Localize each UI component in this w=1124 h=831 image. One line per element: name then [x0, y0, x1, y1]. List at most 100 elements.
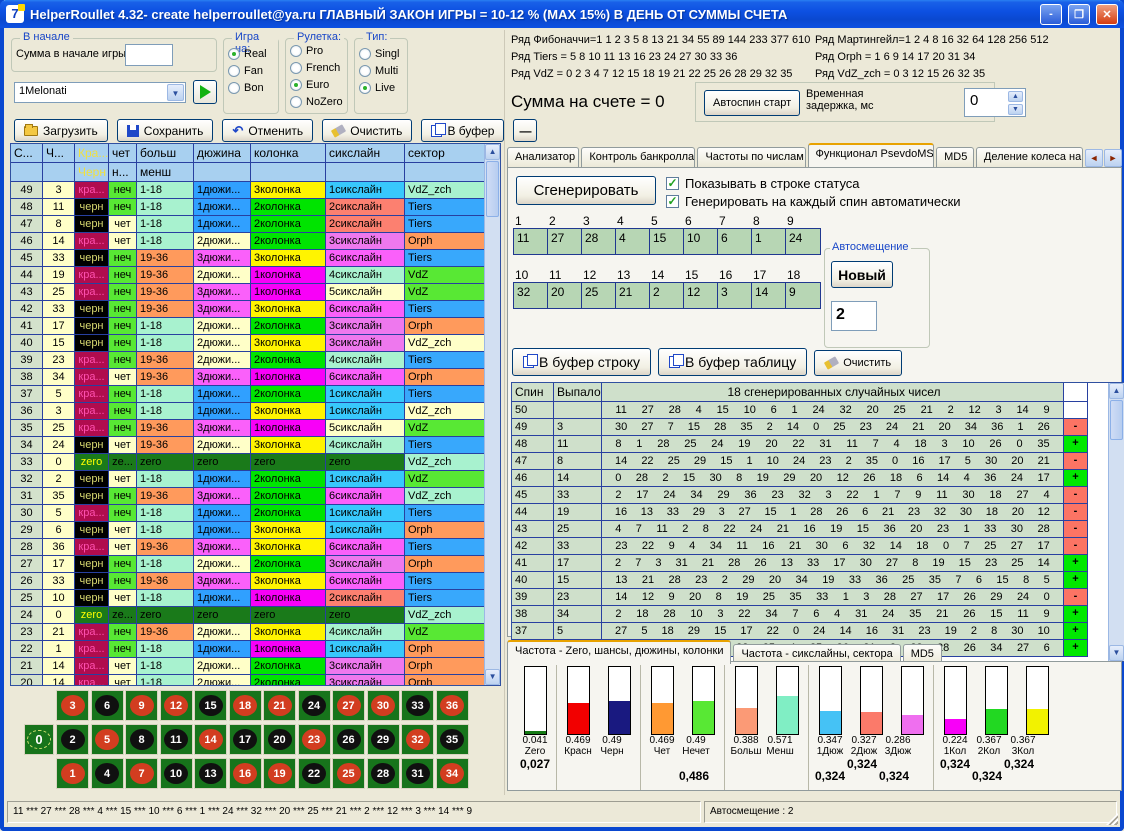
table-row[interactable]: 4533черннеч19-363дюжи...3колонка6сикслай… — [11, 250, 484, 267]
roulette-cell-24[interactable]: 24 — [298, 690, 331, 721]
roulette-cell-31[interactable]: 31 — [401, 758, 434, 789]
close-button[interactable]: ✕ — [1096, 4, 1118, 25]
scroll-down-icon[interactable]: ▼ — [1109, 645, 1124, 661]
roulette-cell-32[interactable]: 32 — [401, 724, 434, 755]
clear-generated-button[interactable]: Очистить — [814, 350, 902, 376]
roulette-cell-9[interactable]: 9 — [125, 690, 158, 721]
generated-table[interactable]: СпинВыпало18 сгенерированных случайных ч… — [511, 382, 1124, 662]
table-row[interactable]: 493кра...неч1-181дюжи...3колонка1сикслай… — [11, 182, 484, 199]
roulette-cell-29[interactable]: 29 — [367, 724, 400, 755]
tabs-scroll-right-icon[interactable]: ► — [1104, 149, 1122, 167]
table-row[interactable]: 2321кра...неч19-362дюжи...3колонка4сиксл… — [11, 624, 484, 641]
roulette-zero-cell[interactable]: 0 — [24, 724, 54, 755]
table-row[interactable]: 296чернчет1-181дюжи...3колонка1сикслайнO… — [11, 522, 484, 539]
table-row[interactable]: 49330277152835214025232421203436126- — [512, 419, 1108, 436]
radio-real[interactable]: Real — [228, 45, 267, 62]
roulette-cell-1[interactable]: 1 — [56, 758, 89, 789]
spins-history-table[interactable]: С...Ч...Кра...четбольшдюжинаколонкасиксл… — [10, 143, 501, 686]
table-row[interactable]: 43254711282224211619153620231333028- — [512, 521, 1108, 538]
roulette-cell-36[interactable]: 36 — [436, 690, 469, 721]
table-row[interactable]: 363кра...неч1-181дюжи...3колонка1сикслай… — [11, 403, 484, 420]
tab-3[interactable]: Частоты по числам — [697, 147, 805, 167]
minimize-button[interactable]: - — [1040, 4, 1062, 25]
buffer-row-button[interactable]: В буфер строку — [512, 348, 651, 376]
roulette-cell-7[interactable]: 7 — [125, 758, 158, 789]
table-row[interactable]: 3834218281032234764312435212615119+ — [512, 606, 1108, 623]
table-row[interactable]: 375кра...неч1-181дюжи...2колонка1сикслай… — [11, 386, 484, 403]
begin-sum-input[interactable] — [125, 44, 173, 66]
table-row[interactable]: 411727331212826133317302781915232514+ — [512, 555, 1108, 572]
scroll-thumb[interactable] — [486, 161, 499, 217]
roulette-cell-3[interactable]: 3 — [56, 690, 89, 721]
scroll-up-icon[interactable]: ▲ — [1109, 383, 1124, 399]
load-button[interactable]: Загрузить — [14, 119, 108, 142]
table-row[interactable]: 305кра...неч1-181дюжи...2колонка1сикслай… — [11, 505, 484, 522]
table-row[interactable]: 3135черннеч19-363дюжи...2колонка6сикслай… — [11, 488, 484, 505]
table-row[interactable]: 50112728415106124322025212123149 — [512, 402, 1108, 419]
tabs-scroll-left-icon[interactable]: ◄ — [1085, 149, 1103, 167]
table-row[interactable]: 4419161333293271512826621233230182012- — [512, 504, 1108, 521]
radio-bon[interactable]: Bon — [228, 79, 267, 96]
roulette-cell-10[interactable]: 10 — [160, 758, 193, 789]
table-row[interactable]: 240zeroze...zerozerozerozeroVdZ_zch — [11, 607, 484, 624]
radio-fan[interactable]: Fan — [228, 62, 267, 79]
table-row[interactable]: 2717черннеч1-182дюжи...2колонка3сикслайн… — [11, 556, 484, 573]
radio-multi[interactable]: Multi — [359, 62, 399, 79]
roulette-cell-35[interactable]: 35 — [436, 724, 469, 755]
table-row[interactable]: 4533217243429362332322179113018274- — [512, 487, 1108, 504]
radio-french[interactable]: French — [290, 59, 343, 76]
roulette-cell-19[interactable]: 19 — [263, 758, 296, 789]
radio-pro[interactable]: Pro — [290, 42, 343, 59]
tab-5[interactable]: MD5 — [936, 147, 974, 167]
roulette-board[interactable]: 0369121518212427303336258111417202326293… — [10, 688, 501, 794]
combo-dropdown-icon[interactable]: ▼ — [167, 84, 184, 101]
autoshift-value[interactable]: 2 — [831, 301, 877, 331]
roulette-cell-16[interactable]: 16 — [229, 758, 262, 789]
roulette-cell-14[interactable]: 14 — [194, 724, 227, 755]
roulette-cell-18[interactable]: 18 — [229, 690, 262, 721]
roulette-cell-17[interactable]: 17 — [229, 724, 262, 755]
roulette-cell-20[interactable]: 20 — [263, 724, 296, 755]
table-row[interactable]: 221кра...неч1-181дюжи...1колонка1сикслай… — [11, 641, 484, 658]
table-row[interactable]: 4614кра...чет1-182дюжи...2колонка3сиксла… — [11, 233, 484, 250]
roulette-cell-21[interactable]: 21 — [263, 690, 296, 721]
checkbox-auto-generate[interactable]: ✓ Генерировать на каждый спин автоматиче… — [666, 194, 961, 209]
table-row[interactable]: 4233черннеч19-363дюжи...3колонка6сикслай… — [11, 301, 484, 318]
play-button[interactable] — [193, 80, 217, 104]
radio-nozero[interactable]: NoZero — [290, 93, 343, 110]
tab-6[interactable]: Деление колеса на — [976, 147, 1083, 167]
table-row[interactable]: 330zeroze...zerozerozerozeroVdZ_zch — [11, 454, 484, 471]
delay-spinner[interactable]: 0 ▲▼ — [964, 88, 1026, 117]
roulette-cell-12[interactable]: 12 — [160, 690, 193, 721]
table-row[interactable]: 4015черннеч1-182дюжи...3колонка3сикслайн… — [11, 335, 484, 352]
roulette-cell-4[interactable]: 4 — [91, 758, 124, 789]
save-button[interactable]: Сохранить — [117, 119, 214, 142]
right-table-scrollbar[interactable]: ▲ ▼ — [1108, 383, 1124, 661]
to-buffer-button[interactable]: В буфер — [421, 119, 504, 142]
title-bar[interactable]: 7 HelperRoullet 4.32- create helperroull… — [0, 0, 1124, 28]
roulette-cell-27[interactable]: 27 — [332, 690, 365, 721]
table-row[interactable]: 40151321282322920341933362535761585+ — [512, 572, 1108, 589]
table-row[interactable]: 37527518291517220241416312319283010+ — [512, 623, 1108, 640]
radio-singl[interactable]: Singl — [359, 45, 399, 62]
table-row[interactable]: 2633черннеч19-363дюжи...3колонка6сикслай… — [11, 573, 484, 590]
table-row[interactable]: 3923кра...неч19-362дюжи...2колонка4сиксл… — [11, 352, 484, 369]
scroll-thumb[interactable] — [1110, 400, 1123, 440]
buffer-table-button[interactable]: В буфер таблицу — [658, 348, 807, 376]
table-row[interactable]: 47814222529151102423235016175302021- — [512, 453, 1108, 470]
maximize-button[interactable]: ❐ — [1068, 4, 1090, 25]
roulette-cell-26[interactable]: 26 — [332, 724, 365, 755]
table-row[interactable]: 3834кра...чет19-363дюжи...1колонка6сиксл… — [11, 369, 484, 386]
table-row[interactable]: 4419кра...неч19-362дюжи...1колонка4сиксл… — [11, 267, 484, 284]
new-button[interactable]: Новый — [831, 261, 893, 288]
roulette-cell-30[interactable]: 30 — [367, 690, 400, 721]
roulette-cell-15[interactable]: 15 — [194, 690, 227, 721]
table-row[interactable]: 3424чернчет19-362дюжи...3колонка4сикслай… — [11, 437, 484, 454]
undo-button[interactable]: ↶Отменить — [222, 119, 313, 142]
radio-live[interactable]: Live — [359, 79, 399, 96]
roulette-cell-34[interactable]: 34 — [436, 758, 469, 789]
roulette-cell-25[interactable]: 25 — [332, 758, 365, 789]
profile-combobox[interactable]: 1Melonati ▼ — [14, 82, 186, 103]
table-row[interactable]: 4117черннеч1-182дюжи...2колонка3сикслайн… — [11, 318, 484, 335]
table-row[interactable]: 2114кра...чет1-182дюжи...2колонка3сиксла… — [11, 658, 484, 675]
